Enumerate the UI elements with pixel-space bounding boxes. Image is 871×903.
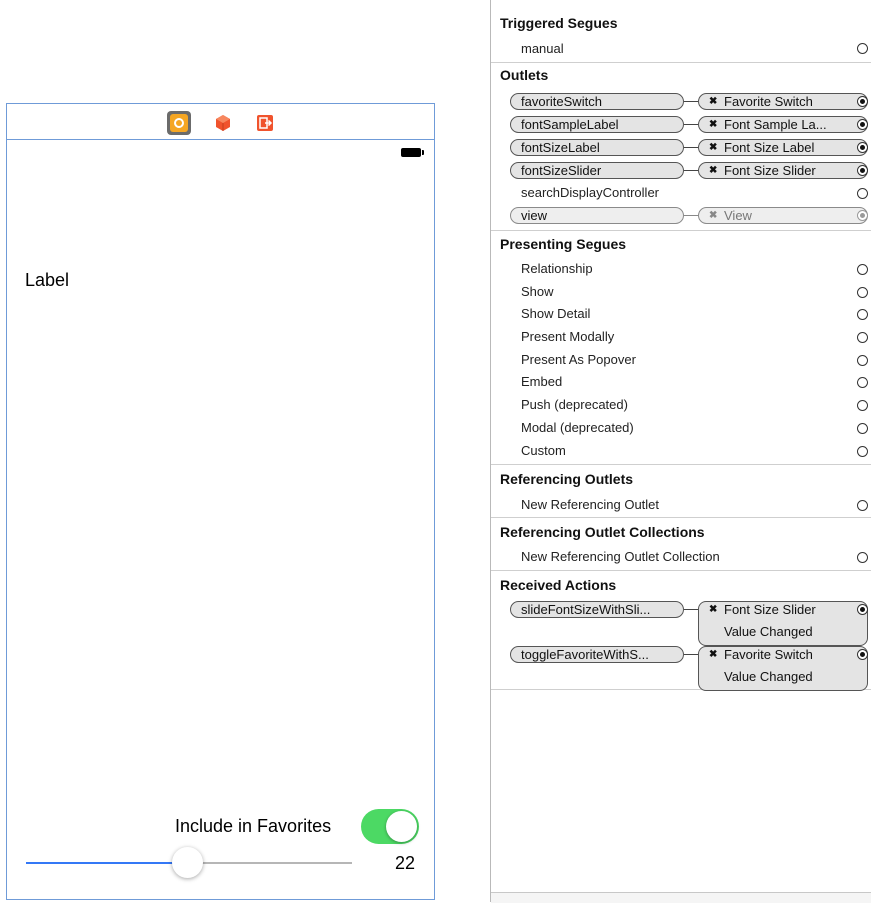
segue-connector[interactable] bbox=[857, 355, 868, 366]
action-toggle-favorite[interactable]: toggleFavoriteWithS... bbox=[510, 646, 684, 663]
remove-connection-icon[interactable]: ✖ bbox=[709, 94, 717, 109]
referencing-outlets-section: Referencing Outlets New Referencing Outl… bbox=[491, 464, 871, 518]
section-title: Outlets bbox=[500, 67, 549, 83]
segue-connector[interactable] bbox=[857, 264, 868, 275]
manual-segue-label: manual bbox=[521, 41, 564, 56]
segue-connector[interactable] bbox=[857, 332, 868, 343]
action-slide-font-size[interactable]: slideFontSizeWithSli... bbox=[510, 601, 684, 618]
remove-connection-icon[interactable]: ✖ bbox=[709, 117, 717, 132]
outlet-font-sample-label[interactable]: fontSampleLabel bbox=[510, 116, 684, 133]
section-title: Triggered Segues bbox=[500, 15, 618, 31]
action-target-label: Font Size Slider bbox=[724, 602, 816, 617]
font-size-slider-thumb[interactable] bbox=[172, 847, 203, 878]
outlet-target-label: Font Size Slider bbox=[724, 163, 816, 178]
outlet-target-label: Font Size Label bbox=[724, 140, 815, 155]
segue-row-label: Custom bbox=[521, 443, 566, 458]
segue-connector[interactable] bbox=[857, 309, 868, 320]
scene-dock bbox=[7, 104, 434, 140]
favorite-switch[interactable] bbox=[361, 809, 419, 844]
switch-knob bbox=[386, 811, 417, 842]
segue-row-label: Present Modally bbox=[521, 329, 615, 344]
referencing-collection-connector[interactable] bbox=[857, 552, 868, 563]
segue-connector[interactable] bbox=[857, 377, 868, 388]
outlet-connector[interactable] bbox=[857, 188, 868, 199]
outlet-connector[interactable] bbox=[857, 142, 868, 153]
segue-row-label: Modal (deprecated) bbox=[521, 420, 634, 435]
connection-line bbox=[684, 609, 698, 610]
outlet-target-label: Favorite Switch bbox=[724, 94, 813, 109]
outlet-font-size-slider[interactable]: fontSizeSlider bbox=[510, 162, 684, 179]
presenting-segues-section: Presenting Segues Relationship Show Show… bbox=[491, 230, 871, 465]
exit-icon[interactable] bbox=[255, 113, 275, 133]
outlet-target[interactable]: ✖ Font Size Label bbox=[698, 139, 868, 156]
font-sample-label[interactable]: Label bbox=[25, 270, 69, 291]
connection-line bbox=[684, 101, 698, 102]
triggered-segues-section: Triggered Segues manual bbox=[491, 10, 871, 62]
connection-line bbox=[684, 654, 698, 655]
new-referencing-outlet-label: New Referencing Outlet bbox=[521, 497, 660, 512]
outlet-connector[interactable] bbox=[857, 96, 868, 107]
outlet-target[interactable]: ✖ View bbox=[698, 207, 868, 224]
segue-row-label: Present As Popover bbox=[521, 352, 636, 367]
remove-connection-icon[interactable]: ✖ bbox=[709, 140, 717, 155]
first-responder-icon[interactable] bbox=[213, 113, 233, 133]
include-in-favorites-label[interactable]: Include in Favorites bbox=[175, 816, 331, 837]
action-event-label: Value Changed bbox=[724, 669, 813, 684]
outlet-target-label: Font Sample La... bbox=[724, 117, 827, 132]
segue-row-label: Relationship bbox=[521, 261, 593, 276]
search-display-controller-label: searchDisplayController bbox=[521, 185, 659, 200]
remove-connection-icon[interactable]: ✖ bbox=[709, 163, 717, 178]
font-size-label[interactable]: 22 bbox=[395, 853, 415, 874]
segue-connector[interactable] bbox=[857, 400, 868, 411]
action-target-label: Favorite Switch bbox=[724, 647, 813, 662]
connection-line bbox=[684, 170, 698, 171]
section-title: Received Actions bbox=[500, 577, 617, 593]
section-title: Presenting Segues bbox=[500, 236, 627, 252]
section-title: Referencing Outlet Collections bbox=[500, 524, 705, 540]
outlet-view[interactable]: view bbox=[510, 207, 684, 224]
action-target[interactable]: ✖ Font Size Slider Value Changed bbox=[698, 601, 868, 646]
segue-row-label: Push (deprecated) bbox=[521, 397, 628, 412]
segue-row-label: Embed bbox=[521, 374, 563, 389]
view-controller-scene[interactable]: Label Include in Favorites 22 bbox=[6, 103, 435, 900]
outlet-connector[interactable] bbox=[857, 210, 868, 221]
outlet-target[interactable]: ✖ Font Size Slider bbox=[698, 162, 868, 179]
slider-max-track[interactable] bbox=[188, 862, 352, 864]
slider-min-track[interactable] bbox=[26, 862, 188, 864]
inspector-bottom-bar bbox=[491, 892, 871, 903]
outlet-connector[interactable] bbox=[857, 119, 868, 130]
connection-line bbox=[684, 147, 698, 148]
action-connector[interactable] bbox=[857, 604, 868, 615]
outlet-font-size-label[interactable]: fontSizeLabel bbox=[510, 139, 684, 156]
section-title: Referencing Outlets bbox=[500, 471, 634, 487]
remove-connection-icon[interactable]: ✖ bbox=[709, 647, 717, 662]
outlets-section: Outlets favoriteSwitch ✖ Favorite Switch… bbox=[491, 62, 871, 231]
outlet-target[interactable]: ✖ Font Sample La... bbox=[698, 116, 868, 133]
battery-icon bbox=[401, 148, 424, 157]
new-referencing-collection-label: New Referencing Outlet Collection bbox=[521, 549, 720, 564]
segue-connector[interactable] bbox=[857, 423, 868, 434]
action-connector[interactable] bbox=[857, 649, 868, 660]
outlet-target[interactable]: ✖ Favorite Switch bbox=[698, 93, 868, 110]
outlet-target-label: View bbox=[724, 208, 752, 223]
action-event-label: Value Changed bbox=[724, 624, 813, 639]
segue-connector[interactable] bbox=[857, 287, 868, 298]
segue-row-label: Show bbox=[521, 284, 554, 299]
outlet-favorite-switch[interactable]: favoriteSwitch bbox=[510, 93, 684, 110]
view-controller-icon[interactable] bbox=[167, 111, 191, 135]
segue-row-label: Show Detail bbox=[521, 306, 591, 321]
referencing-outlet-connector[interactable] bbox=[857, 500, 868, 511]
connection-line bbox=[684, 215, 698, 216]
action-target[interactable]: ✖ Favorite Switch Value Changed bbox=[698, 646, 868, 691]
received-actions-section: Received Actions slideFontSizeWithSli...… bbox=[491, 570, 871, 691]
remove-connection-icon[interactable]: ✖ bbox=[709, 208, 717, 223]
remove-connection-icon[interactable]: ✖ bbox=[709, 602, 717, 617]
connection-line bbox=[684, 124, 698, 125]
outlet-connector[interactable] bbox=[857, 165, 868, 176]
manual-segue-connector[interactable] bbox=[857, 43, 868, 54]
referencing-collections-section: Referencing Outlet Collections New Refer… bbox=[491, 517, 871, 571]
connections-inspector: Triggered Segues manual Outlets favorite… bbox=[490, 0, 871, 903]
segue-connector[interactable] bbox=[857, 446, 868, 457]
